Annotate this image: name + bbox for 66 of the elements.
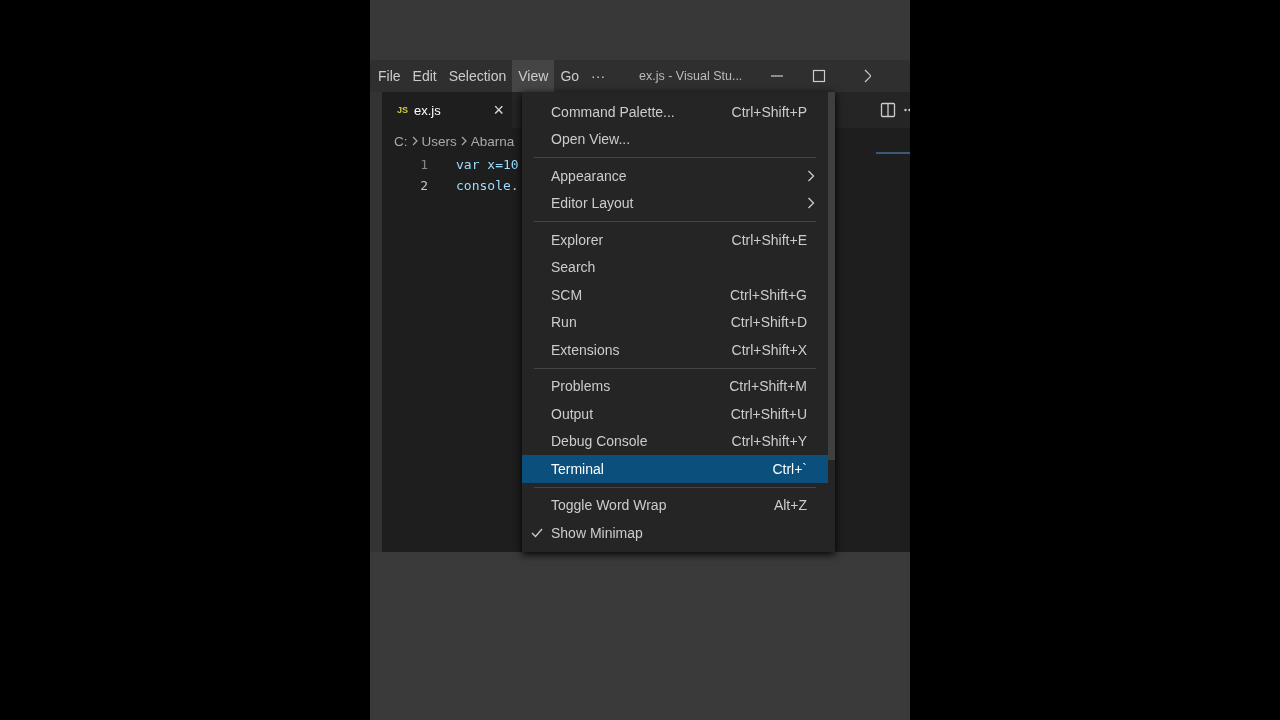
menu-item[interactable]: SCM Ctrl+Shift+G (522, 281, 828, 309)
breadcrumb-item[interactable]: Users (421, 133, 457, 149)
menu-item[interactable]: Problems Ctrl+Shift+M (522, 372, 828, 400)
breadcrumb-item[interactable]: C: (394, 133, 408, 149)
menu-item-label: Problems (551, 378, 611, 395)
js-file-icon: JS (397, 105, 408, 115)
keyboard-shortcut: Ctrl+Shift+G (729, 286, 807, 303)
menu-item-label: Terminal (551, 460, 604, 477)
window-title: ex.js - Visual Stu... (639, 69, 743, 83)
menu-item-label: Run (551, 314, 577, 331)
chevron-icon (410, 136, 419, 146)
split-editor-icon[interactable] (880, 102, 896, 118)
keyboard-shortcut: Ctrl+Shift+Y (731, 433, 807, 450)
breadcrumb-item[interactable]: Abarna (470, 133, 515, 149)
keyboard-shortcut: Ctrl+Shift+U (730, 405, 807, 422)
chevron-right-icon (807, 169, 815, 182)
code-line: var x=10 (456, 157, 519, 172)
menu-item[interactable]: Search (522, 253, 828, 281)
chevron-right-icon (807, 197, 815, 210)
menu-item-label: Open View... (551, 131, 631, 148)
menu-item-label: Explorer (551, 231, 604, 248)
menu-bar-item[interactable]: View (512, 60, 555, 92)
menu-bar-item[interactable]: ··· (585, 60, 612, 92)
menu-item[interactable]: Explorer Ctrl+Shift+E (522, 226, 828, 254)
keyboard-shortcut: Ctrl+Shift+X (731, 341, 807, 358)
maximize-icon[interactable] (812, 69, 827, 83)
keyboard-shortcut: Ctrl+Shift+E (731, 231, 807, 248)
keyboard-shortcut: Ctrl+` (772, 460, 807, 477)
menu-item-label: Search (551, 259, 596, 276)
editor-tab[interactable]: JS ex.js × (382, 92, 512, 128)
menu-item[interactable]: Show Minimap (522, 519, 828, 547)
code-line: console. (456, 178, 519, 193)
menu-item[interactable]: Run Ctrl+Shift+D (522, 308, 828, 336)
menu-item[interactable]: Terminal Ctrl+` (522, 455, 828, 483)
menu-item-label: Appearance (551, 167, 627, 184)
menu-item-label: Debug Console (551, 433, 648, 450)
menu-bar-item[interactable]: Go (554, 60, 586, 92)
menu-item[interactable]: Toggle Word Wrap Alt+Z (522, 491, 828, 519)
menu-item[interactable]: Command Palette... Ctrl+Shift+P (522, 98, 828, 126)
chevron-icon (459, 136, 468, 146)
more-actions-icon[interactable] (904, 108, 910, 112)
keyboard-shortcut: Ctrl+Shift+M (729, 378, 807, 395)
menu-bar-item[interactable]: File (372, 60, 407, 92)
menu-item-label: Output (551, 405, 594, 422)
menu-item[interactable]: Extensions Ctrl+Shift+X (522, 336, 828, 364)
menu-item-label: Show Minimap (551, 524, 643, 541)
menu-item[interactable]: Editor Layout (522, 189, 828, 217)
menu-bar-item[interactable]: Edit (406, 60, 443, 92)
menu-item-label: Extensions (551, 341, 620, 358)
scrollbar[interactable] (828, 92, 835, 460)
menu-item[interactable]: Appearance (522, 162, 828, 190)
keyboard-shortcut: Alt+Z (773, 497, 807, 514)
menu-item[interactable]: Open View... (522, 125, 828, 153)
menu-item[interactable]: Debug Console Ctrl+Shift+Y (522, 427, 828, 455)
line-number: 1 (419, 157, 428, 172)
menu-item-label: Command Palette... (551, 103, 675, 120)
keyboard-shortcut: Ctrl+Shift+D (730, 314, 807, 331)
menu-item-label: Toggle Word Wrap (551, 497, 667, 514)
keyboard-shortcut: Ctrl+Shift+P (731, 103, 807, 120)
menu-item[interactable]: Output Ctrl+Shift+U (522, 400, 828, 428)
line-number: 2 (419, 178, 428, 193)
menu-bar-item[interactable]: Selection (442, 60, 513, 92)
tab-label: ex.js (414, 102, 441, 118)
menu-item-label: SCM (551, 286, 583, 303)
menu-item-label: Editor Layout (551, 195, 634, 212)
close-tab-button[interactable]: × (493, 101, 504, 119)
